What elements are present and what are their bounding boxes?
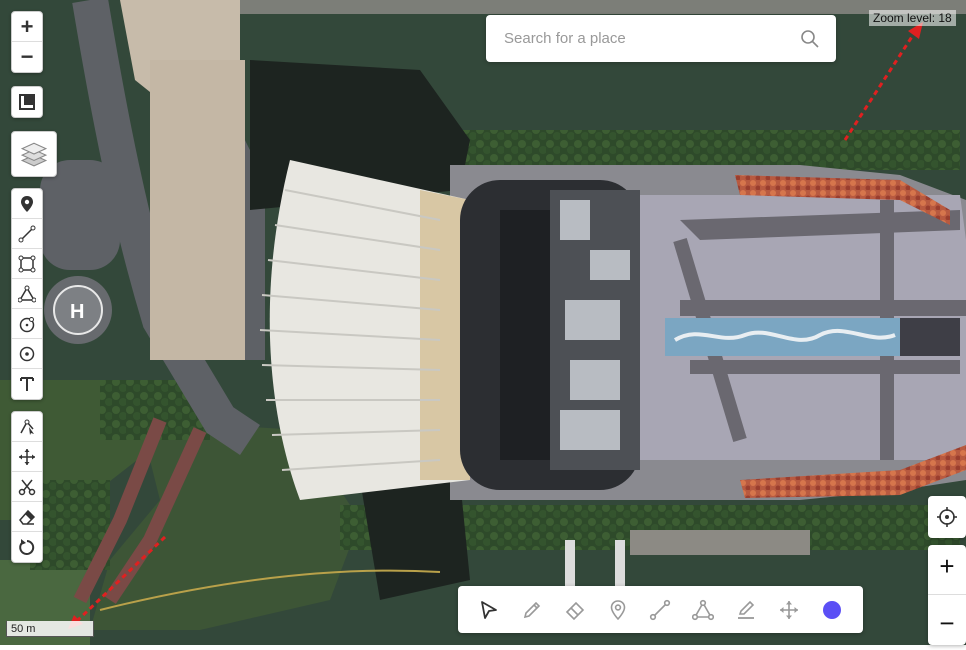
rotate-button[interactable] — [12, 532, 42, 562]
drawing-toolbar — [458, 586, 863, 633]
draw-circle-marker-button[interactable] — [12, 339, 42, 369]
draw-control — [11, 188, 43, 400]
marker-icon — [610, 599, 625, 620]
draw-text-button[interactable] — [12, 369, 42, 399]
crosshair-icon — [937, 507, 957, 527]
highlighter-icon — [737, 600, 755, 619]
tool-move-button[interactable] — [775, 596, 803, 624]
draw-rectangle-button[interactable] — [12, 249, 42, 279]
right-zoom-in-button[interactable]: + — [939, 551, 954, 582]
right-zoom-control: + − — [928, 545, 966, 645]
tool-eraser-button[interactable] — [561, 596, 589, 624]
right-zoom-out-button[interactable]: − — [939, 608, 954, 639]
polyline-icon — [18, 225, 36, 242]
svg-text:H: H — [70, 301, 84, 323]
tool-pencil-button[interactable] — [518, 596, 546, 624]
zoom-out-button[interactable]: − — [12, 42, 42, 72]
tool-line-button[interactable] — [646, 596, 674, 624]
move-icon — [779, 600, 798, 619]
circle-icon — [19, 316, 35, 332]
divider — [928, 594, 966, 596]
layers-control — [11, 131, 57, 177]
draw-polyline-button[interactable] — [12, 219, 42, 249]
polygon-icon — [692, 599, 715, 620]
locate-button[interactable] — [928, 496, 966, 538]
fullscreen-button[interactable] — [12, 87, 42, 117]
tool-highlighter-button[interactable] — [732, 596, 760, 624]
color-swatch-icon — [822, 600, 841, 619]
draw-circle-button[interactable] — [12, 309, 42, 339]
rectangle-icon — [18, 255, 36, 272]
layers-icon — [20, 142, 48, 167]
edit-control — [11, 411, 43, 563]
pencil-icon — [524, 601, 541, 618]
polygon-icon — [18, 285, 36, 302]
cut-button[interactable] — [12, 472, 42, 502]
edit-vertices-button[interactable] — [12, 412, 42, 442]
draw-marker-button[interactable] — [12, 189, 42, 219]
line-icon — [650, 599, 671, 620]
fullscreen-icon — [19, 94, 35, 110]
draw-polygon-button[interactable] — [12, 279, 42, 309]
tool-color-button[interactable] — [818, 596, 846, 624]
cut-icon — [18, 479, 36, 495]
satellite-map[interactable]: H — [0, 0, 966, 645]
marker-icon — [21, 195, 33, 212]
fullscreen-control — [11, 86, 43, 118]
eraser-icon — [19, 509, 36, 525]
erase-button[interactable] — [12, 502, 42, 532]
move-icon — [19, 448, 35, 465]
scale-bar: 50 m — [6, 621, 94, 637]
zoom-in-button[interactable]: + — [12, 12, 42, 42]
tool-select-button[interactable] — [475, 596, 503, 624]
edit-vertex-icon — [20, 419, 34, 435]
zoom-control: + − — [11, 11, 43, 73]
satellite-imagery: H — [0, 0, 966, 645]
search-box — [486, 15, 836, 62]
eraser-icon — [565, 601, 585, 620]
zoom-level-label: Zoom level: 18 — [869, 10, 956, 26]
search-input[interactable] — [502, 29, 800, 48]
search-icon[interactable] — [800, 29, 820, 49]
move-button[interactable] — [12, 442, 42, 472]
rotate-icon — [19, 539, 35, 555]
tool-marker-button[interactable] — [604, 596, 632, 624]
tool-polygon-button[interactable] — [689, 596, 717, 624]
pointer-icon — [481, 600, 498, 619]
circle-marker-icon — [19, 346, 35, 361]
layers-button[interactable] — [12, 132, 56, 176]
text-icon — [20, 377, 34, 391]
